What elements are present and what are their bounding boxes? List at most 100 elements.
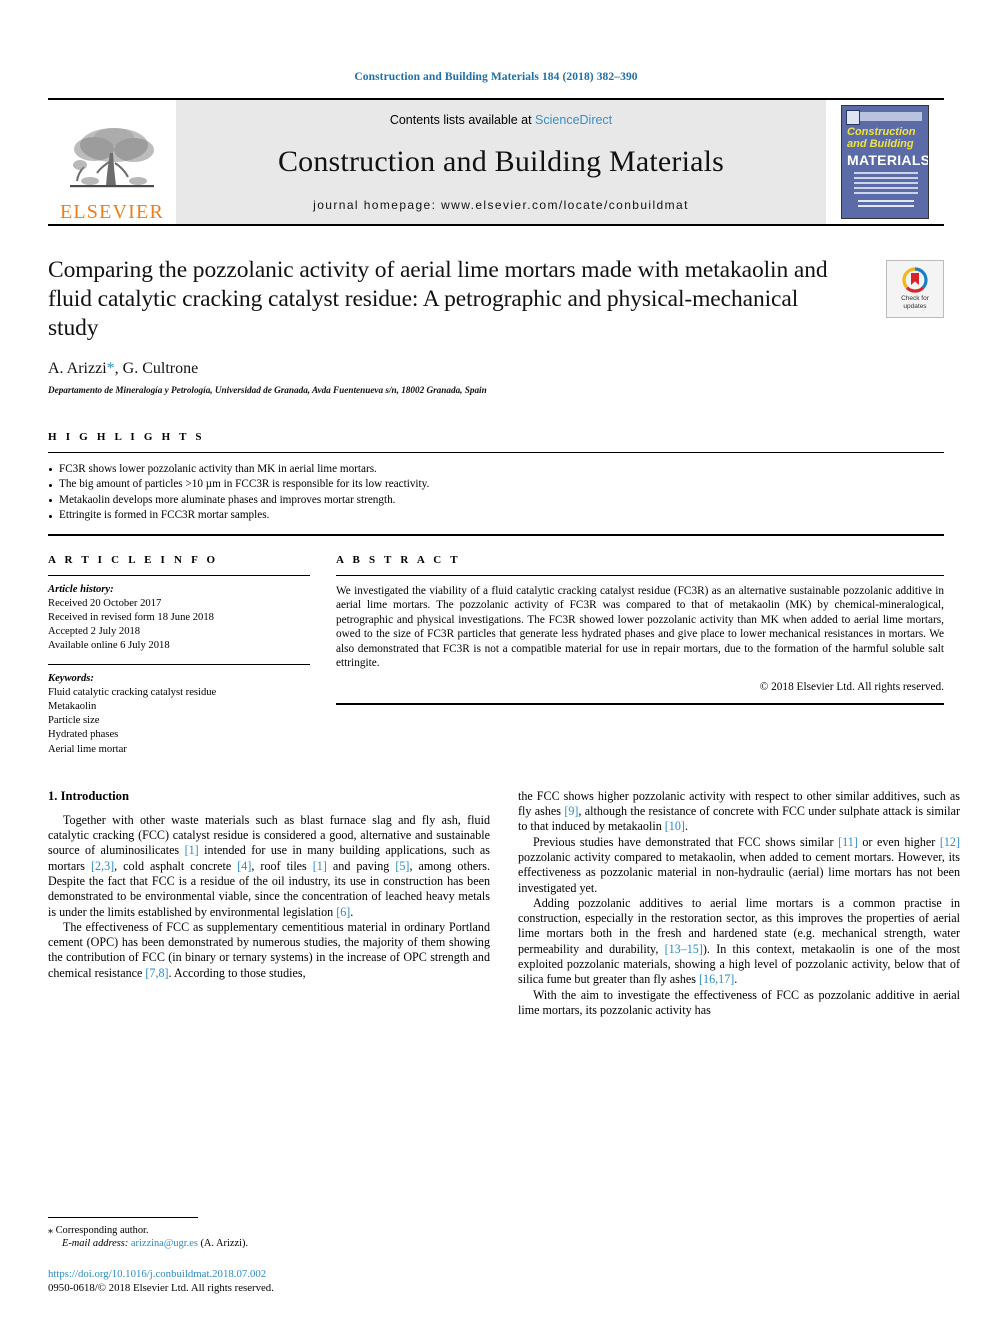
page-title: Comparing the pozzolanic activity of aer… (48, 256, 828, 341)
list-item: FC3R shows lower pozzolanic activity tha… (48, 462, 944, 478)
keywords-label: Keywords: (48, 672, 94, 684)
issn-copyright-line: 0950-0618/© 2018 Elsevier Ltd. All right… (48, 1282, 274, 1294)
right-paragraphs: the FCC shows higher pozzolanic activity… (518, 789, 960, 1018)
corresponding-author-note: ⁎ Corresponding author. (48, 1224, 490, 1238)
crossmark-line2: updates (903, 302, 927, 310)
highlights-list: FC3R shows lower pozzolanic activity tha… (48, 453, 944, 534)
body-left-column: 1. Introduction Together with other wast… (48, 789, 490, 1018)
affiliation: Departamento de Mineralogía y Petrología… (48, 384, 487, 395)
citation-link[interactable]: [7,8] (145, 966, 168, 980)
corresponding-author-text: Corresponding author. (53, 1224, 149, 1236)
paragraph-text: pozzolanic activity compared to metakaol… (518, 849, 960, 895)
citation-link[interactable]: [1] (185, 843, 199, 857)
paragraph-text: Previous studies have demonstrated that … (533, 834, 839, 849)
doi-block: https://doi.org/10.1016/j.conbuildmat.20… (48, 1267, 490, 1295)
elsevier-wordmark: ELSEVIER (59, 200, 165, 223)
cover-title-line2: and Building (847, 137, 914, 150)
cover-title-line3: MATERIALS (847, 151, 929, 168)
citation-link[interactable]: [1] (313, 859, 327, 873)
masthead-center: Contents lists available at ScienceDirec… (176, 99, 826, 224)
contents-available-line: Contents lists available at ScienceDirec… (390, 113, 612, 127)
history-received: Received 20 October 2017 (48, 597, 162, 609)
email-note: E-mail address: arizzina@ugr.es (A. Ariz… (48, 1237, 490, 1251)
article-info-heading: A R T I C L E I N F O (48, 553, 219, 566)
paragraph-text: . (684, 819, 688, 834)
abstract-column: A B S T R A C T We investigated the viab… (336, 554, 944, 757)
list-item: Ettringite is formed in FCC3R mortar sam… (48, 508, 944, 524)
doi-link[interactable]: https://doi.org/10.1016/j.conbuildmat.20… (48, 1267, 490, 1281)
paragraph-text: . (734, 972, 738, 987)
citation-link[interactable]: [11] (838, 835, 858, 849)
history-online: Available online 6 July 2018 (48, 640, 170, 652)
cover-blurb (854, 171, 918, 194)
keyword-item: Particle size (48, 715, 100, 727)
paragraph-text: , cold asphalt concrete (114, 858, 238, 873)
cover-title-line1: Construction (847, 125, 916, 138)
body-paragraph: Previous studies have demonstrated that … (518, 835, 960, 896)
crossmark-label: Check for updates (901, 295, 929, 310)
keywords-block: Keywords: Fluid catalytic cracking catal… (48, 665, 310, 757)
crossmark-icon (902, 267, 928, 293)
journal-masthead: ELSEVIER Contents lists available at Sci… (48, 97, 944, 226)
body-right-column: the FCC shows higher pozzolanic activity… (518, 789, 960, 1018)
list-item: Metakaolin develops more aluminate phase… (48, 493, 944, 509)
author-primary[interactable]: A. Arizzi (48, 360, 107, 377)
body-columns: 1. Introduction Together with other wast… (48, 789, 960, 1018)
elsevier-tree-icon (70, 127, 154, 187)
highlights-section: H I G H L I G H T S FC3R shows lower poz… (48, 431, 944, 536)
sciencedirect-link[interactable]: ScienceDirect (535, 113, 612, 127)
paper-page: Construction and Building Materials 184 … (0, 0, 992, 1323)
body-paragraph: Together with other waste materials such… (48, 813, 490, 920)
crossmark-badge[interactable]: Check for updates (886, 259, 944, 318)
paragraph-text: With the aim to investigate the effectiv… (518, 987, 960, 1017)
title-block: Comparing the pozzolanic activity of aer… (48, 256, 944, 395)
paragraph-text: , although the resistance of concrete wi… (518, 804, 960, 834)
journal-title: Construction and Building Materials (277, 145, 725, 178)
journal-homepage-link[interactable]: journal homepage: www.elsevier.com/locat… (313, 198, 689, 212)
article-history-label: Article history: (48, 583, 114, 595)
list-item: The big amount of particles >10 µm in FC… (48, 477, 944, 493)
body-paragraph: Adding pozzolanic additives to aerial li… (518, 896, 960, 988)
highlights-bottom-rule (48, 533, 944, 536)
body-paragraph: With the aim to investigate the effectiv… (518, 988, 960, 1019)
elsevier-logo: ELSEVIER (48, 100, 176, 224)
crossmark-line1: Check for (901, 295, 929, 302)
abstract-text: We investigated the viability of a fluid… (336, 584, 944, 670)
citation-link[interactable]: [16,17] (699, 972, 734, 986)
info-abstract-row: A R T I C L E I N F O Article history: R… (48, 554, 944, 757)
citation-link[interactable]: [12] (940, 835, 960, 849)
citation-link[interactable]: [6] (336, 905, 350, 919)
corresponding-author-marker[interactable]: * (107, 360, 115, 377)
keyword-item: Hydrated phases (48, 729, 119, 741)
masthead-right: Construction and Building MATERIALS (826, 100, 944, 224)
running-head: Construction and Building Materials 184 … (354, 71, 638, 83)
keyword-item: Metakaolin (48, 700, 97, 712)
email-suffix: (A. Arizzi). (197, 1238, 249, 1250)
left-paragraphs: Together with other waste materials such… (48, 813, 490, 981)
history-accepted: Accepted 2 July 2018 (48, 626, 141, 638)
keyword-item: Fluid catalytic cracking catalyst residu… (48, 686, 217, 698)
cover-footer (858, 199, 914, 210)
author-secondary[interactable]: , G. Cultrone (115, 360, 199, 377)
paragraph-text: , roof tiles (251, 858, 313, 873)
email-link[interactable]: arizzina@ugr.es (131, 1238, 198, 1249)
abstract-copyright: © 2018 Elsevier Ltd. All rights reserved… (759, 681, 944, 694)
paragraph-text: or even higher (857, 834, 940, 849)
section-heading-introduction: 1. Introduction (48, 788, 129, 803)
footnote-rule (48, 1216, 198, 1218)
body-paragraph: the FCC shows higher pozzolanic activity… (518, 789, 960, 835)
footnote-block: ⁎ Corresponding author. E-mail address: … (48, 1216, 490, 1295)
body-paragraph: The effectiveness of FCC as supplementar… (48, 920, 490, 981)
article-info-column: A R T I C L E I N F O Article history: R… (48, 554, 310, 757)
citation-link[interactable]: [2,3] (91, 859, 114, 873)
contents-prefix: Contents lists available at (389, 112, 536, 127)
citation-link[interactable]: [5] (395, 859, 409, 873)
citation-link[interactable]: [10] (665, 819, 685, 833)
paragraph-text: and paving (326, 858, 396, 873)
citation-link[interactable]: [13–15] (665, 942, 703, 956)
cover-publisher-mark (846, 109, 860, 125)
abstract-bottom-rule (336, 703, 944, 706)
history-revised: Received in revised form 18 June 2018 (48, 611, 214, 623)
citation-link[interactable]: [4] (237, 859, 251, 873)
citation-link[interactable]: [9] (564, 804, 578, 818)
